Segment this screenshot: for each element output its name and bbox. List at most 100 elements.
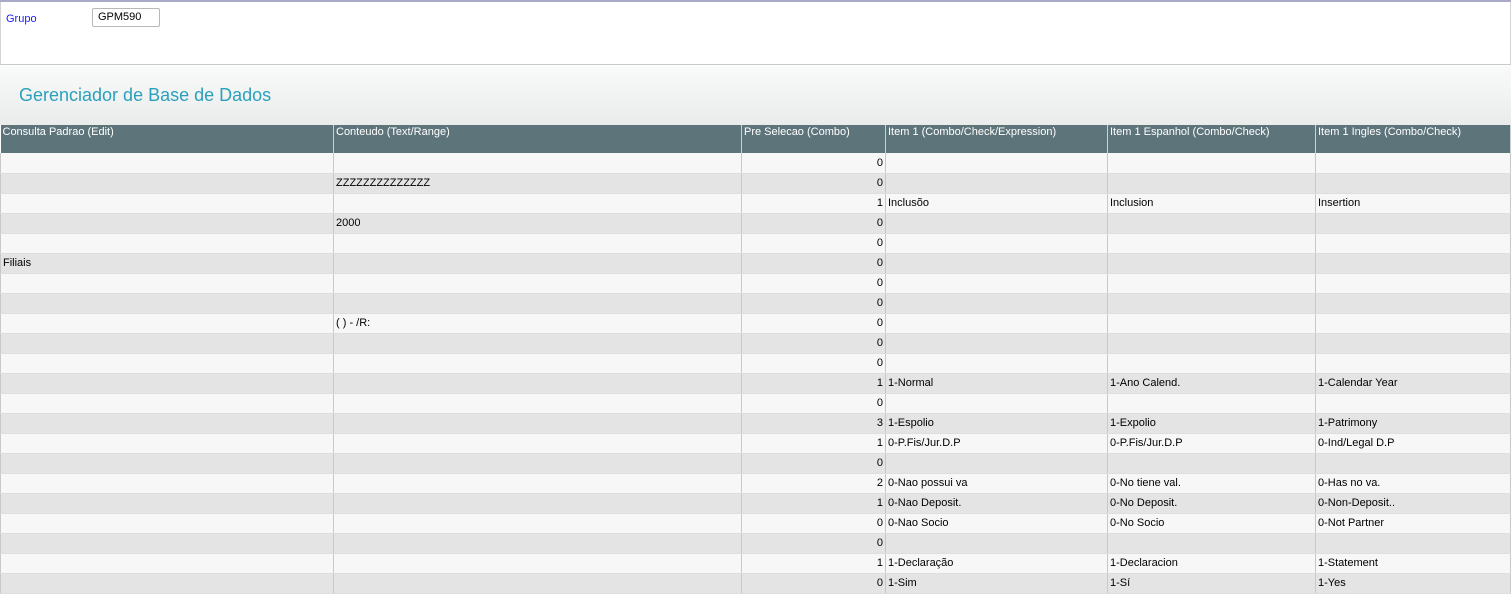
cell-conteudo[interactable] xyxy=(333,193,742,214)
cell-consulta-padrao[interactable] xyxy=(0,553,334,574)
cell-item1-ingles[interactable] xyxy=(1315,353,1511,374)
cell-pre-selecao[interactable]: 0 xyxy=(741,153,886,174)
cell-consulta-padrao[interactable] xyxy=(0,273,334,294)
cell-pre-selecao[interactable]: 0 xyxy=(741,353,886,374)
cell-item1-espanhol[interactable]: Inclusion xyxy=(1107,193,1316,214)
cell-item1-ingles[interactable] xyxy=(1315,213,1511,234)
cell-pre-selecao[interactable]: 0 xyxy=(741,253,886,274)
data-grid[interactable]: Consulta Padrao (Edit) Conteudo (Text/Ra… xyxy=(0,125,1511,599)
cell-item1-espanhol[interactable] xyxy=(1107,333,1316,354)
cell-consulta-padrao[interactable] xyxy=(0,213,334,234)
table-row[interactable]: 0 xyxy=(0,533,1511,554)
cell-item1[interactable] xyxy=(885,313,1108,334)
cell-consulta-padrao[interactable] xyxy=(0,173,334,194)
cell-item1-ingles[interactable] xyxy=(1315,393,1511,414)
cell-pre-selecao[interactable]: 1 xyxy=(741,193,886,214)
table-row[interactable]: 0 xyxy=(0,293,1511,314)
cell-item1-ingles[interactable]: 0-Has no va. xyxy=(1315,473,1511,494)
table-row[interactable]: 0 0-Nao Socio 0-No Socio 0-Not Partner xyxy=(0,513,1511,534)
cell-consulta-padrao[interactable] xyxy=(0,353,334,374)
cell-item1-ingles[interactable] xyxy=(1315,273,1511,294)
cell-consulta-padrao[interactable] xyxy=(0,373,334,394)
cell-conteudo[interactable] xyxy=(333,533,742,554)
cell-item1-espanhol[interactable] xyxy=(1107,313,1316,334)
table-row[interactable]: ( ) - /R: 0 xyxy=(0,313,1511,334)
cell-item1[interactable] xyxy=(885,533,1108,554)
cell-consulta-padrao[interactable] xyxy=(0,153,334,174)
cell-item1-ingles[interactable]: 1-Patrimony xyxy=(1315,413,1511,434)
cell-item1-ingles[interactable] xyxy=(1315,173,1511,194)
cell-conteudo[interactable] xyxy=(333,413,742,434)
cell-pre-selecao[interactable]: 2 xyxy=(741,473,886,494)
cell-item1-espanhol[interactable]: 1-Ano Calend. xyxy=(1107,373,1316,394)
cell-conteudo[interactable] xyxy=(333,253,742,274)
cell-item1-espanhol[interactable]: 1-Sí xyxy=(1107,573,1316,594)
table-row[interactable]: 2000 0 xyxy=(0,213,1511,234)
cell-conteudo[interactable] xyxy=(333,353,742,374)
cell-conteudo[interactable]: 2000 xyxy=(333,213,742,234)
cell-consulta-padrao[interactable]: Filiais xyxy=(0,253,334,274)
cell-item1[interactable] xyxy=(885,293,1108,314)
cell-pre-selecao[interactable]: 0 xyxy=(741,573,886,594)
cell-consulta-padrao[interactable] xyxy=(0,413,334,434)
cell-consulta-padrao[interactable] xyxy=(0,513,334,534)
table-row[interactable]: 1 1-Normal 1-Ano Calend. 1-Calendar Year xyxy=(0,373,1511,394)
cell-pre-selecao[interactable]: 0 xyxy=(741,233,886,254)
table-row[interactable]: 0 xyxy=(0,393,1511,414)
cell-item1-espanhol[interactable] xyxy=(1107,273,1316,294)
cell-conteudo[interactable] xyxy=(333,273,742,294)
cell-item1-espanhol[interactable] xyxy=(1107,533,1316,554)
table-row[interactable]: Filiais 0 xyxy=(0,253,1511,274)
cell-conteudo[interactable]: ( ) - /R: xyxy=(333,313,742,334)
cell-item1[interactable] xyxy=(885,233,1108,254)
cell-item1[interactable]: 1-Espolio xyxy=(885,413,1108,434)
cell-item1-espanhol[interactable] xyxy=(1107,293,1316,314)
cell-item1-espanhol[interactable]: 0-No Socio xyxy=(1107,513,1316,534)
cell-item1[interactable] xyxy=(885,453,1108,474)
cell-item1[interactable]: 1-Sim xyxy=(885,573,1108,594)
column-header-item1-espanhol[interactable]: Item 1 Espanhol (Combo/Check) xyxy=(1107,125,1316,153)
cell-item1-espanhol[interactable] xyxy=(1107,173,1316,194)
cell-conteudo[interactable]: ZZZZZZZZZZZZZZ xyxy=(333,173,742,194)
cell-item1-espanhol[interactable]: 1-Expolio xyxy=(1107,413,1316,434)
column-header-conteudo[interactable]: Conteudo (Text/Range) xyxy=(333,125,742,153)
cell-item1-ingles[interactable] xyxy=(1315,253,1511,274)
cell-item1[interactable]: 0-Nao Deposit. xyxy=(885,493,1108,514)
cell-item1[interactable] xyxy=(885,393,1108,414)
cell-pre-selecao[interactable]: 1 xyxy=(741,553,886,574)
cell-item1-ingles[interactable] xyxy=(1315,453,1511,474)
cell-conteudo[interactable] xyxy=(333,553,742,574)
table-row[interactable]: 0 xyxy=(0,333,1511,354)
column-header-pre-selecao[interactable]: Pre Selecao (Combo) xyxy=(741,125,886,153)
cell-item1[interactable]: 1-Declaração xyxy=(885,553,1108,574)
cell-pre-selecao[interactable]: 0 xyxy=(741,453,886,474)
table-row[interactable]: 1 0-Nao Deposit. 0-No Deposit. 0-Non-Deposi… xyxy=(0,493,1511,514)
cell-conteudo[interactable] xyxy=(333,373,742,394)
table-row[interactable]: 0 xyxy=(0,273,1511,294)
cell-consulta-padrao[interactable] xyxy=(0,433,334,454)
cell-item1[interactable]: 0-Nao possui va xyxy=(885,473,1108,494)
cell-item1-espanhol[interactable]: 0-No tiene val. xyxy=(1107,473,1316,494)
cell-item1-ingles[interactable] xyxy=(1315,533,1511,554)
cell-item1-ingles[interactable] xyxy=(1315,313,1511,334)
cell-item1-espanhol[interactable]: 1-Declaracion xyxy=(1107,553,1316,574)
cell-item1-espanhol[interactable] xyxy=(1107,153,1316,174)
cell-item1[interactable]: Inclusõo xyxy=(885,193,1108,214)
cell-pre-selecao[interactable]: 0 xyxy=(741,393,886,414)
cell-pre-selecao[interactable]: 1 xyxy=(741,433,886,454)
cell-item1-espanhol[interactable]: 0-No Deposit. xyxy=(1107,493,1316,514)
cell-pre-selecao[interactable]: 0 xyxy=(741,333,886,354)
cell-pre-selecao[interactable]: 0 xyxy=(741,173,886,194)
cell-item1[interactable]: 0-Nao Socio xyxy=(885,513,1108,534)
cell-pre-selecao[interactable]: 1 xyxy=(741,373,886,394)
cell-item1[interactable] xyxy=(885,153,1108,174)
cell-consulta-padrao[interactable] xyxy=(0,473,334,494)
cell-item1-espanhol[interactable] xyxy=(1107,233,1316,254)
cell-item1-ingles[interactable]: Insertion xyxy=(1315,193,1511,214)
cell-pre-selecao[interactable]: 0 xyxy=(741,293,886,314)
cell-item1-ingles[interactable] xyxy=(1315,153,1511,174)
cell-conteudo[interactable] xyxy=(333,433,742,454)
cell-pre-selecao[interactable]: 0 xyxy=(741,313,886,334)
cell-item1-espanhol[interactable]: 0-P.Fis/Jur.D.P xyxy=(1107,433,1316,454)
table-row[interactable]: 2 0-Nao possui va 0-No tiene val. 0-Has no … xyxy=(0,473,1511,494)
